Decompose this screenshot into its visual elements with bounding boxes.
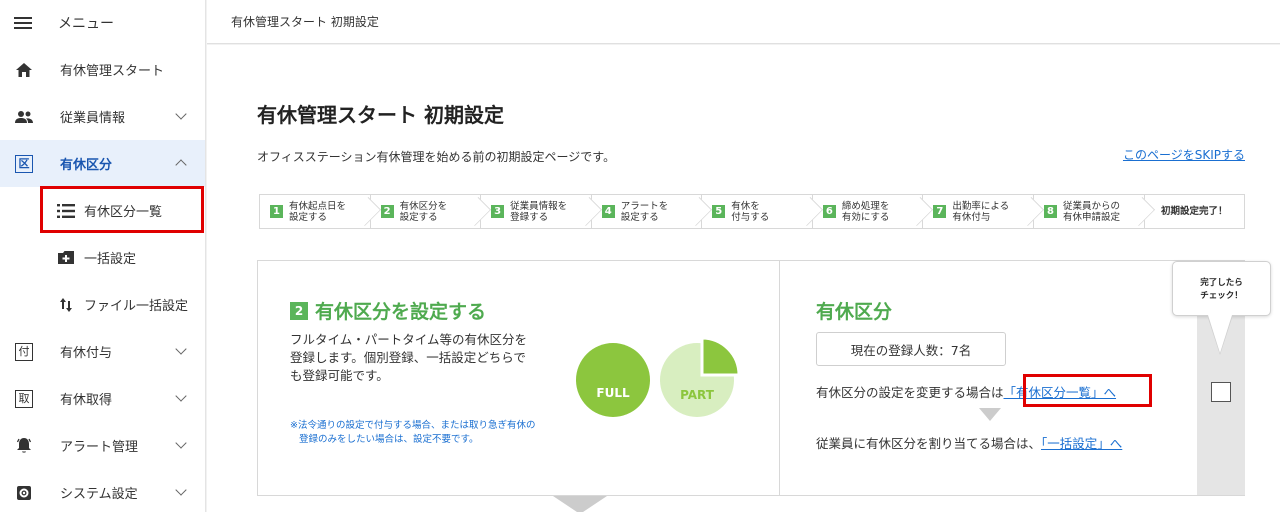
sidebar-subitem-label: ファイル一括設定 xyxy=(84,299,189,314)
gear-icon xyxy=(14,483,34,503)
chevron-down-icon xyxy=(175,484,187,496)
registered-count: 現在の登録人数：7名 xyxy=(816,332,1006,366)
people-icon xyxy=(14,107,34,127)
fu-box-icon: 付 xyxy=(14,342,34,362)
card-left-panel: 2 有休区分を設定する フルタイム・パートタイム等の有休区分を登録します。個別登… xyxy=(258,261,780,495)
step-8[interactable]: 8 従業員からの 有休申請設定 xyxy=(1032,194,1155,229)
card-right-panel: 有休区分 現在の登録人数：7名 有休区分の設定を変更する場合は「有休区分一覧」へ… xyxy=(781,261,1197,495)
part-label: PART xyxy=(680,388,714,402)
chevron-down-icon xyxy=(175,390,187,402)
sidebar-item-system-settings[interactable]: システム設定 xyxy=(0,469,205,512)
step-6[interactable]: 6 締め処理を 有効にする xyxy=(811,194,934,229)
highlight-box xyxy=(40,186,204,233)
down-triangle-icon xyxy=(979,408,1001,421)
sidebar-subitem-bulk-setting[interactable]: 一括設定 xyxy=(0,234,205,281)
step-2[interactable]: 2 有休区分を 設定する xyxy=(369,194,492,229)
page-title: 有休管理スタート 初期設定 xyxy=(257,103,504,127)
step-3[interactable]: 3 従業員情報を 登録する xyxy=(480,194,602,229)
step-complete[interactable]: 初期設定完了！ xyxy=(1143,194,1246,229)
step-1[interactable]: 1 有休起点日を 設定する xyxy=(259,194,381,229)
shu-box-icon: 取 xyxy=(14,389,34,409)
sidebar-item-leave-category[interactable]: 区 有休区分 xyxy=(0,140,205,187)
tooltip-tail xyxy=(1208,315,1232,353)
sidebar-subitem-label: 一括設定 xyxy=(84,252,137,267)
home-icon xyxy=(14,60,34,80)
card-heading: 2 有休区分を設定する xyxy=(290,297,486,324)
add-box-icon xyxy=(56,250,76,265)
step-progress: 1 有休起点日を 設定する 2 有休区分を 設定する 3 従業員情報を 登録する 4 アラート… xyxy=(259,194,1246,229)
complete-checkbox[interactable] xyxy=(1211,382,1231,402)
card-lead-text: フルタイム・パートタイム等の有休区分を登録します。個別登録、一括設定どちらでも登… xyxy=(290,332,528,383)
sidebar: メニュー 有休管理スタート 従業員情報 区 有休区分 有休区分一覧 一括設定 フ… xyxy=(0,0,206,512)
sidebar-item-alert[interactable]: アラート管理 xyxy=(0,422,205,469)
sidebar-item-start[interactable]: 有休管理スタート xyxy=(0,46,205,93)
full-circle-icon: FULL xyxy=(576,343,650,417)
card-note: ※法令通りの設定で付与する場合、または取り急ぎ有休の登録のみをしたい場合は、設定… xyxy=(290,420,536,445)
sidebar-subitem-file-bulk-setting[interactable]: ファイル一括設定 xyxy=(0,281,205,328)
sidebar-item-label: 有休取得 xyxy=(60,393,113,408)
assign-instruction: 従業員に有休区分を割り当てる場合は、「一括設定」へ xyxy=(816,436,1123,451)
sidebar-item-label: 従業員情報 xyxy=(60,111,126,126)
step-7[interactable]: 7 出勤率による 有休付与 xyxy=(922,194,1044,229)
down-arrow-icon xyxy=(553,496,607,512)
chevron-up-icon xyxy=(175,159,187,171)
main-content: 有休管理スタート 初期設定 オフィスステーション有休管理を始める前の初期設定ペー… xyxy=(207,45,1280,512)
sidebar-item-employee[interactable]: 従業員情報 xyxy=(0,93,205,140)
hamburger-icon[interactable] xyxy=(14,17,32,29)
chevron-down-icon xyxy=(175,437,187,449)
chevron-down-icon xyxy=(175,108,187,120)
ku-box-icon: 区 xyxy=(14,154,34,174)
sidebar-item-label: システム設定 xyxy=(60,487,138,502)
part-pie-icon xyxy=(660,336,744,422)
breadcrumb: 有休管理スタート 初期設定 xyxy=(231,15,379,29)
check-tooltip: 完了したら チェック！ xyxy=(1172,261,1271,316)
sidebar-item-label: 有休管理スタート xyxy=(60,64,165,79)
menu-label: メニュー xyxy=(58,16,114,32)
highlight-box xyxy=(1023,374,1152,407)
bulk-setting-link[interactable]: 「一括設定」へ xyxy=(1041,436,1122,451)
sidebar-item-label: 有休付与 xyxy=(60,346,113,361)
sidebar-item-leave-take[interactable]: 取 有休取得 xyxy=(0,375,205,422)
sidebar-item-label: 有休区分 xyxy=(60,158,113,173)
category-heading: 有休区分 xyxy=(816,301,893,323)
setup-card: 2 有休区分を設定する フルタイム・パートタイム等の有休区分を登録します。個別登… xyxy=(257,260,1245,496)
step-number-badge: 2 xyxy=(290,301,308,320)
bell-icon xyxy=(14,436,34,456)
menu-header[interactable]: メニュー xyxy=(0,0,205,46)
skip-link[interactable]: このページをSKIPする xyxy=(1123,146,1245,163)
sidebar-item-label: アラート管理 xyxy=(60,440,139,455)
top-bar: 有休管理スタート 初期設定 xyxy=(207,0,1280,44)
step-4[interactable]: 4 アラートを 設定する xyxy=(590,194,713,229)
sidebar-item-leave-grant[interactable]: 付 有休付与 xyxy=(0,328,205,375)
chevron-down-icon xyxy=(175,343,187,355)
page-description: オフィスステーション有休管理を始める前の初期設定ページです。 xyxy=(257,150,616,164)
step-5[interactable]: 5 有休を 付与する xyxy=(701,194,823,229)
sort-arrows-icon xyxy=(56,297,76,313)
